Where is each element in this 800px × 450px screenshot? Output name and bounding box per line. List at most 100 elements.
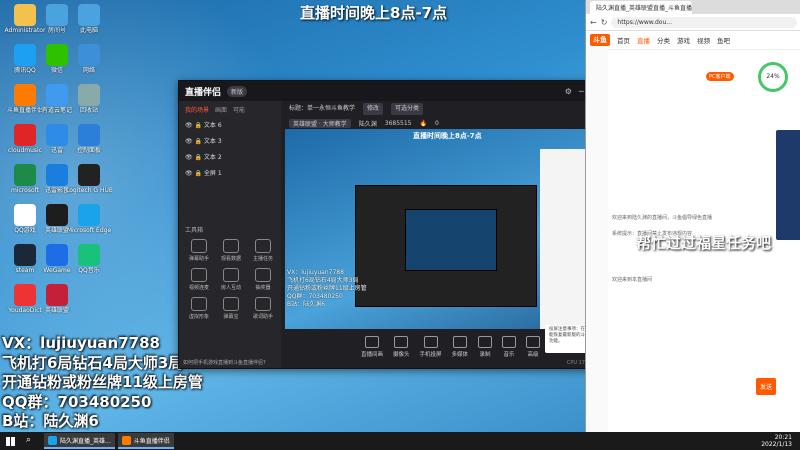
back-icon[interactable]: ← [590, 18, 597, 27]
app-icon [14, 244, 36, 266]
site-nav: 斗鱼 首页 直播 分类 游戏 视频 鱼吧 [586, 31, 800, 50]
tool-video-link[interactable]: 视频连麦 [183, 268, 215, 291]
nav-video[interactable]: 视频 [697, 35, 710, 45]
app-logo: 直播伴侣 [185, 87, 222, 98]
app-icon [14, 124, 36, 146]
scene-item[interactable]: 👁 🔒 文本 3 [179, 134, 281, 150]
desktop-icon[interactable]: QQ音乐 [66, 242, 112, 282]
tool-lottery[interactable]: 抽奖器 [247, 268, 279, 291]
stream-preview[interactable]: 直播时间晚上8点-7点 VX：lujiuyuan7788 飞机打6局钻石4局大师… [285, 129, 615, 329]
tab-other[interactable]: 可能 [233, 105, 245, 114]
reload-icon[interactable]: ↻ [601, 18, 608, 27]
overlay-title: 直播时间晚上8点-7点 [300, 4, 448, 22]
edit-title-button[interactable]: 修改 [363, 103, 384, 115]
nav-game[interactable]: 游戏 [677, 35, 690, 45]
pc-client-button[interactable]: PC客户端 [706, 72, 734, 81]
scene-tabs: 我的场景 画面 可能 [179, 101, 281, 118]
nav-live[interactable]: 直播 [637, 35, 650, 45]
preview-line: VX：lujiuyuan7788 [287, 269, 344, 276]
help-notice[interactable]: 如何把手机游戏直播到斗鱼直播伴侣? [183, 359, 266, 366]
tool-danmaku[interactable]: 弹幕助手 [183, 239, 215, 262]
minimize-icon[interactable]: ─ [579, 87, 584, 96]
browser-window[interactable]: 陆久渊直播_英雄联盟直播_斗鱼直播 ← ↻ https://www.dou...… [585, 0, 800, 432]
desktop-icon[interactable]: Microsoft Edge [66, 202, 112, 242]
windows-icon [5, 436, 15, 446]
preview-line: QQ群：703480250 [287, 293, 343, 300]
tool-icon [223, 268, 239, 282]
start-button[interactable] [0, 432, 20, 450]
app-icon [46, 284, 68, 306]
desktop-icon[interactable]: 回收站 [66, 82, 112, 122]
advanced-icon [526, 336, 541, 348]
app-icon [78, 244, 100, 266]
broadcast-app-window[interactable]: 直播伴侣 新版 ⚙ ─ □ ✕ 我的场景 画面 可能 👁 🔒 文本 6 👁 🔒 … [178, 80, 655, 369]
desktop-icon[interactable]: Logitech G HUB [66, 162, 112, 202]
scene-item[interactable]: 👁 🔒 文本 6 [179, 118, 281, 134]
search-icon[interactable]: ⌕ [26, 435, 38, 447]
tool-interact[interactable]: 房人互动 [215, 268, 247, 291]
tool-tasks[interactable]: 主播任务 [247, 239, 279, 262]
tool-viewers[interactable]: 观看数据 [215, 239, 247, 262]
douyu-logo[interactable]: 斗鱼 [590, 34, 610, 46]
add-screen-button[interactable]: 直播间画 [361, 333, 383, 367]
system-clock[interactable]: 20:21 2022/1/13 [761, 434, 800, 448]
performance-gauge: 24% [758, 62, 788, 92]
scene-item[interactable]: 👁 🔒 全屏 1 [179, 166, 281, 182]
music-button[interactable]: 音乐 [502, 333, 517, 367]
advanced-button[interactable]: 高级 [526, 333, 541, 367]
browser-tabbar: 陆久渊直播_英雄联盟直播_斗鱼直播 [586, 0, 800, 14]
app-main: 标题：单一永恒斗鱼教学 修改 可选分类 英雄联盟 · 大师教学 陆久渊 3685… [283, 101, 655, 368]
clock-date: 2022/1/13 [761, 441, 792, 448]
app-icon [46, 44, 68, 66]
stream-info-bar: 英雄联盟 · 大师教学 陆久渊 3685515 🔥 0 [283, 117, 618, 129]
category-label[interactable]: 英雄联盟 · 大师教学 [289, 118, 351, 128]
tool-danmaku-box[interactable]: 弹幕宝 [215, 297, 247, 320]
taskbar-item-browser[interactable]: 陆久渊直播_英雄... [44, 433, 115, 449]
preview-line: 飞机打6局钻石4局大师3局 [287, 277, 359, 284]
nav-yuba[interactable]: 鱼吧 [717, 35, 730, 45]
tool-lyrics[interactable]: 歌词助手 [247, 297, 279, 320]
tool-icon [191, 297, 207, 311]
nav-category[interactable]: 分类 [657, 35, 670, 45]
music-icon [502, 336, 517, 348]
toolbox-grid: 弹幕助手 观看数据 主播任务 视频连麦 房人互动 抽奖器 虚拟形象 弹幕宝 歌词… [183, 239, 279, 320]
desktop-icon[interactable]: 控制面板 [66, 122, 112, 162]
app-icon [14, 44, 36, 66]
desktop-icon-label: 控制面板 [76, 147, 101, 154]
app-titlebar[interactable]: 直播伴侣 新版 ⚙ ─ □ ✕ [179, 81, 618, 101]
app-icon [78, 4, 100, 26]
app-icon [46, 4, 68, 26]
desktop-icon[interactable]: 英雄联盟 [34, 282, 80, 322]
tool-avatar[interactable]: 虚拟形象 [183, 297, 215, 320]
fire-icon: 🔥 [419, 119, 427, 127]
category-select[interactable]: 可选分类 [391, 103, 424, 115]
tab-scenes[interactable]: 我的场景 [185, 105, 209, 114]
address-bar[interactable]: https://www.dou... [611, 16, 797, 28]
media-button[interactable]: 多媒体 [452, 333, 468, 367]
desktop-icon-label: Microsoft Edge [66, 227, 112, 234]
preview-line: 开通钻粉或粉丝牌11级上房管 [287, 285, 367, 292]
settings-icon[interactable]: ⚙ [565, 87, 572, 96]
version-badge[interactable]: 新版 [227, 85, 248, 97]
browser-side-rail [586, 48, 608, 432]
send-button[interactable]: 发送 [756, 378, 777, 395]
app-icon [78, 124, 100, 146]
desktop-icon[interactable]: 网络 [66, 42, 112, 82]
tool-icon [223, 239, 239, 253]
record-button[interactable]: 录制 [478, 333, 493, 367]
app-icon [14, 4, 36, 26]
scene-item[interactable]: 👁 🔒 文本 2 [179, 150, 281, 166]
app-icon [14, 284, 36, 306]
camera-button[interactable]: 摄像头 [393, 333, 410, 367]
camera-icon [394, 336, 409, 348]
gift-card[interactable] [776, 130, 800, 240]
taskbar-item-app[interactable]: 斗鱼直播伴侣 [117, 433, 174, 449]
browser-tab[interactable]: 陆久渊直播_英雄联盟直播_斗鱼直播 [590, 0, 692, 14]
desktop-icon[interactable]: 此电脑 [66, 2, 112, 42]
phone-cast-button[interactable]: 手机投屏 [420, 333, 442, 367]
app-icon [14, 164, 36, 186]
tab-picture[interactable]: 画面 [215, 105, 227, 114]
toolbox-title: 工具箱 [185, 227, 204, 234]
nav-home[interactable]: 首页 [617, 35, 630, 45]
app-icon [46, 244, 68, 266]
